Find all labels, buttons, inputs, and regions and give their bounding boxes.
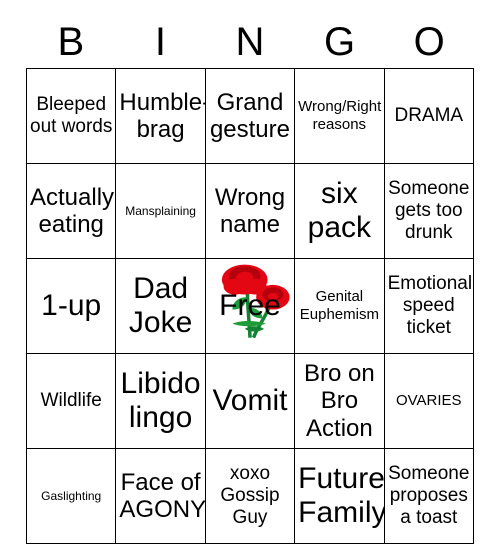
bingo-header-letter-b: B bbox=[57, 20, 85, 64]
bingo-cell[interactable]: 1-up bbox=[25, 258, 117, 354]
bingo-cell-label: OVARIES bbox=[395, 392, 462, 409]
bingo-cell[interactable]: Wildlife bbox=[25, 353, 117, 449]
bingo-grid: Bleeped out words Humble-brag Grand gestur… bbox=[25, 68, 475, 544]
bingo-cell[interactable]: Humble-brag bbox=[115, 68, 206, 164]
bingo-cell[interactable]: Bleeped out words bbox=[25, 68, 117, 164]
bingo-cell[interactable]: Wrong name bbox=[204, 163, 296, 259]
bingo-cell-label: DRAMA bbox=[394, 104, 464, 126]
bingo-cell[interactable]: Mansplaining bbox=[115, 163, 206, 259]
bingo-cell[interactable]: Future Family bbox=[294, 448, 385, 544]
bingo-cell-label: Genital Euphemism bbox=[299, 288, 379, 323]
bingo-cell[interactable]: xoxo Gossip Guy bbox=[204, 448, 296, 544]
bingo-cell[interactable]: Bro on Bro Action bbox=[294, 353, 385, 449]
bingo-cell-label: Wildlife bbox=[40, 389, 102, 411]
bingo-cell-label: Bleeped out words bbox=[30, 93, 113, 137]
bingo-cell[interactable]: Face of AGONY bbox=[115, 448, 206, 544]
bingo-cell-label: Future Family bbox=[298, 462, 385, 529]
bingo-cell-label: Gaslighting bbox=[41, 489, 102, 503]
bingo-header-letter-o: O bbox=[413, 20, 445, 64]
bingo-cell-label: Wrong/Right reasons bbox=[298, 98, 382, 133]
bingo-cell-label: 1-up bbox=[41, 289, 102, 323]
bingo-cell[interactable]: Gaslighting bbox=[25, 448, 117, 544]
free-space-wrapper: Free bbox=[206, 260, 293, 353]
bingo-cell-label: Mansplaining bbox=[125, 204, 196, 218]
bingo-cell[interactable]: Libido lingo bbox=[115, 353, 206, 449]
bingo-cell-free[interactable]: Free bbox=[204, 258, 296, 354]
bingo-cell[interactable]: Genital Euphemism bbox=[294, 258, 385, 354]
bingo-cell[interactable]: OVARIES bbox=[383, 353, 475, 449]
bingo-card: B I N G O Bleeped out words Humble-brag Gr… bbox=[0, 0, 500, 544]
bingo-row: Gaslighting Face of AGONY xoxo Gossip Guy F… bbox=[25, 448, 475, 544]
bingo-cell[interactable]: six pack bbox=[294, 163, 385, 259]
bingo-cell[interactable]: Actually eating bbox=[25, 163, 117, 259]
bingo-cell[interactable]: Emotional speed ticket bbox=[383, 258, 475, 354]
bingo-cell[interactable]: Dad Joke bbox=[115, 258, 206, 354]
bingo-row: Wildlife Libido lingo Vomit Bro on Bro Acti… bbox=[25, 353, 475, 449]
bingo-cell-label: Emotional speed ticket bbox=[387, 272, 473, 339]
bingo-cell[interactable]: Grand gesture bbox=[204, 68, 296, 164]
bingo-cell-label: Humble-brag bbox=[119, 88, 206, 143]
bingo-cell-label: Wrong name bbox=[214, 183, 286, 238]
bingo-cell-label: Actually eating bbox=[30, 183, 115, 238]
bingo-cell-label: Vomit bbox=[212, 384, 288, 418]
bingo-row: Actually eating Mansplaining Wrong name six… bbox=[25, 163, 475, 259]
bingo-cell[interactable]: Someone gets too drunk bbox=[383, 163, 475, 259]
bingo-cell-label: Someone proposes a toast bbox=[388, 462, 470, 529]
bingo-header-letter-i: I bbox=[154, 20, 166, 64]
bingo-cell-label: Libido lingo bbox=[120, 367, 201, 434]
bingo-row: Bleeped out words Humble-brag Grand gestur… bbox=[25, 68, 475, 164]
bingo-header-letter-g: G bbox=[324, 20, 356, 64]
bingo-cell[interactable]: Someone proposes a toast bbox=[383, 448, 475, 544]
bingo-cell-label: Someone gets too drunk bbox=[388, 177, 470, 244]
bingo-header-letter-n: N bbox=[235, 20, 265, 64]
bingo-cell-label: xoxo Gossip Guy bbox=[220, 462, 280, 529]
bingo-header-letters: B I N G O bbox=[26, 18, 474, 66]
bingo-cell-label: six pack bbox=[307, 177, 372, 244]
bingo-cell-label: Dad Joke bbox=[128, 272, 193, 339]
roses-icon bbox=[221, 264, 290, 339]
bingo-cell[interactable]: Wrong/Right reasons bbox=[294, 68, 385, 164]
bingo-row: 1-up Dad Joke Free Genital Euphemism Emotion… bbox=[25, 258, 475, 354]
bingo-cell[interactable]: DRAMA bbox=[383, 68, 475, 164]
bingo-cell-label: Bro on Bro Action bbox=[304, 359, 375, 442]
bingo-cell[interactable]: Vomit bbox=[204, 353, 296, 449]
bingo-cell-label: Face of AGONY bbox=[119, 468, 206, 523]
bingo-cell-label: Grand gesture bbox=[209, 88, 290, 143]
